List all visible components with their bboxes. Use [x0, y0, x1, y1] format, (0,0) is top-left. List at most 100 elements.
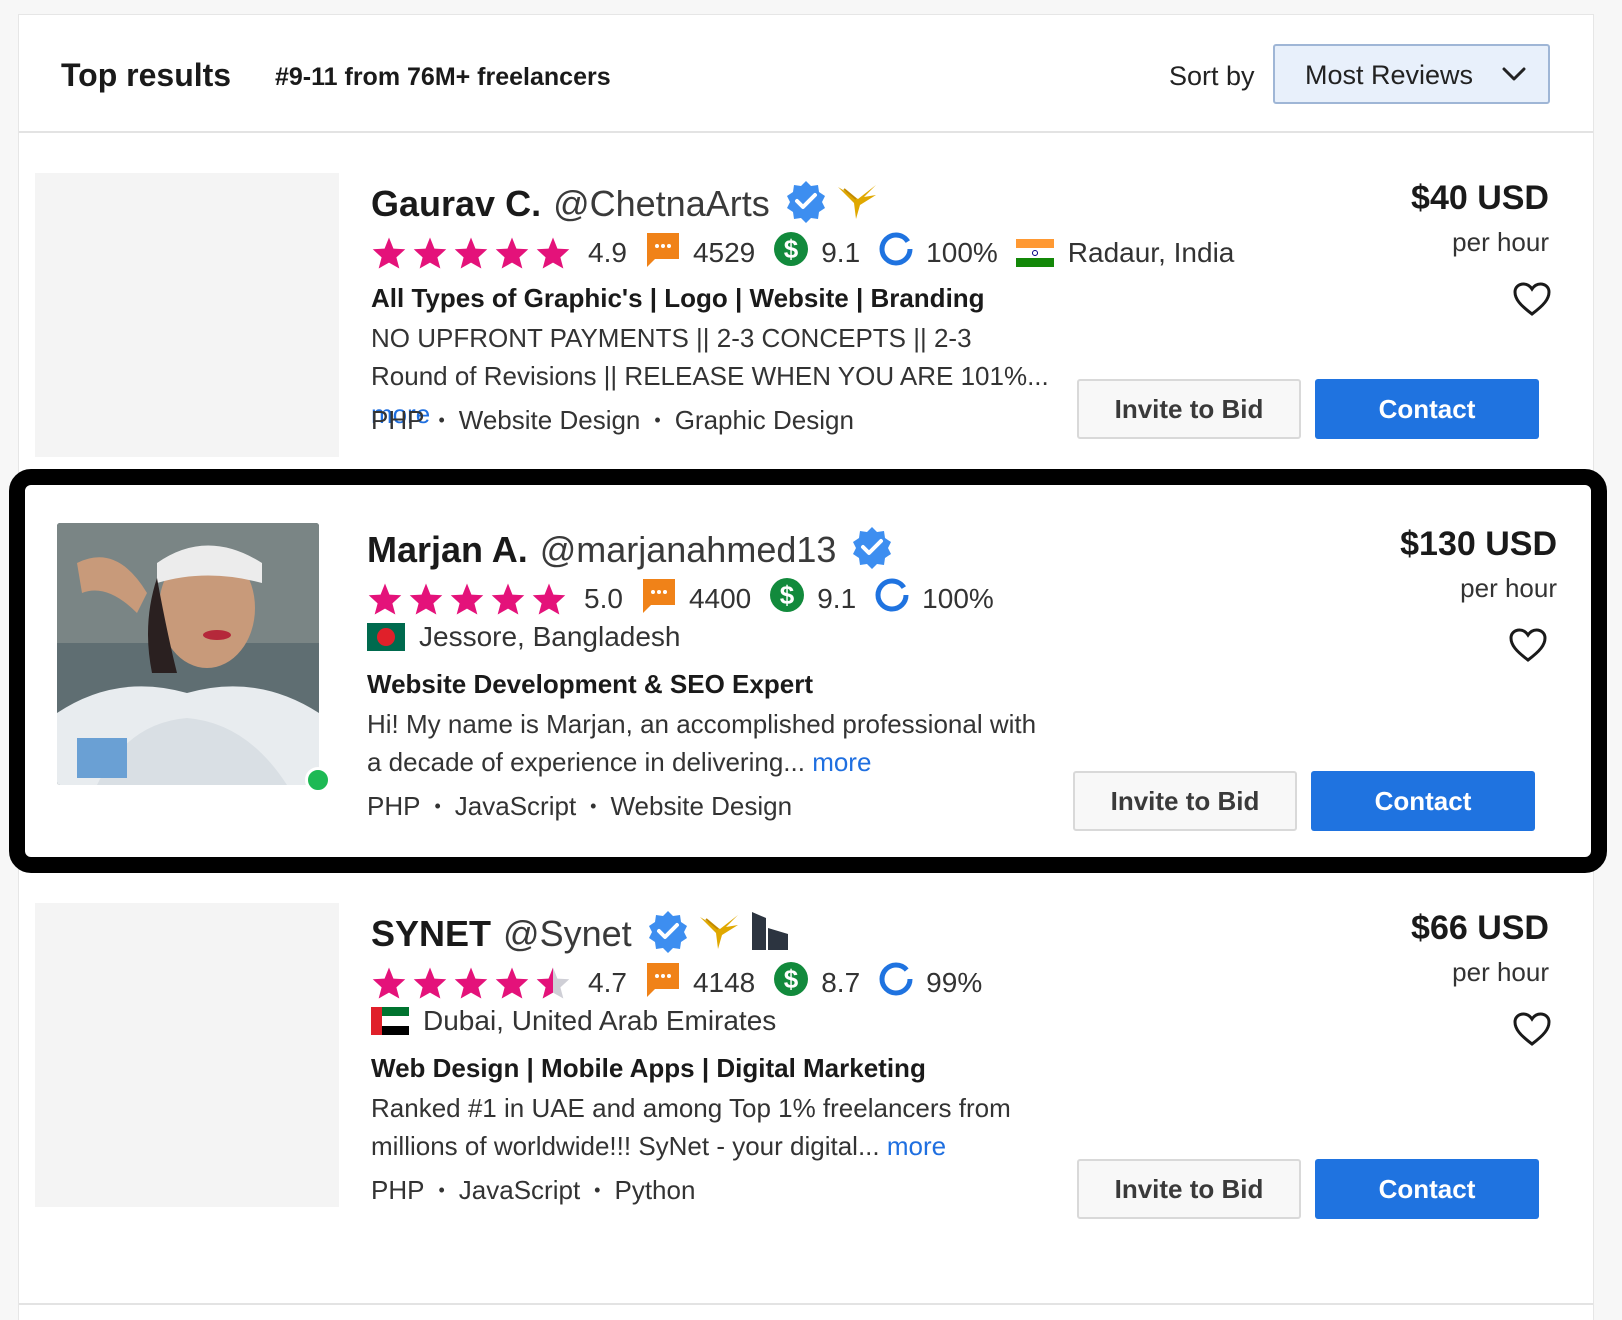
separator-dot: •: [438, 410, 445, 430]
half-star-icon: [536, 966, 570, 999]
star-icon: [372, 236, 406, 269]
freelancer-location-row: Jessore, Bangladesh: [367, 621, 681, 653]
freelancer-name[interactable]: Gaurav C.: [371, 183, 541, 225]
separator-dot: •: [594, 1180, 601, 1200]
heart-icon[interactable]: [1508, 627, 1548, 668]
earnings-icon: $: [773, 231, 809, 274]
separator-dot: •: [434, 796, 441, 816]
earnings-icon: $: [769, 577, 805, 620]
skill-tag[interactable]: Graphic Design: [675, 405, 854, 436]
earnings-score: 9.1: [821, 236, 861, 268]
star-icon: [536, 236, 570, 269]
verified-icon: [850, 525, 894, 574]
contact-button[interactable]: Contact: [1315, 1159, 1539, 1219]
verified-icon: [784, 179, 828, 228]
skills-list: PHP • JavaScript • Python: [371, 1175, 695, 1206]
more-link[interactable]: more: [887, 1131, 946, 1161]
freelancer-tagline: Web Design | Mobile Apps | Digital Marke…: [371, 1053, 926, 1083]
completion-rate: 100%: [926, 236, 998, 268]
freelancer-stats: 4.7 4148 $ 8.7 99%: [371, 961, 1000, 1004]
chevron-down-icon: [1502, 67, 1526, 81]
freelancer-handle: @marjanahmed13: [539, 528, 837, 570]
skill-tag[interactable]: Website Design: [459, 405, 641, 436]
reviews-icon: [645, 961, 681, 1004]
reviews-count: 4400: [688, 582, 752, 614]
star-icon: [454, 236, 488, 269]
enterprise-icon: [750, 910, 790, 957]
star-icon: [413, 966, 447, 999]
rating-stars: [371, 966, 576, 1000]
skill-tag[interactable]: PHP: [367, 791, 420, 822]
svg-text:$: $: [784, 964, 799, 994]
divider: [19, 1303, 1593, 1305]
skill-tag[interactable]: JavaScript: [459, 1175, 580, 1206]
price-unit: per hour: [1452, 957, 1549, 987]
star-icon: [454, 966, 488, 999]
invite-to-bid-button[interactable]: Invite to Bid: [1077, 379, 1301, 439]
description-text: Hi! My name is Marjan, an accomplished p…: [367, 709, 1037, 777]
more-link[interactable]: more: [812, 747, 871, 777]
reviews-icon: [645, 231, 681, 274]
freelancer-location: Jessore, Bangladesh: [419, 621, 681, 652]
freelancer-card-selected[interactable]: Marjan A. @marjanahmed13 5.0 4400 $ 9.1 …: [9, 469, 1607, 873]
star-icon: [495, 236, 529, 269]
completion-rate: 100%: [922, 582, 994, 614]
preferred-freelancer-icon: [836, 181, 880, 226]
freelancer-name-row: Gaurav C. @ChetnaArts: [371, 179, 888, 228]
bangladesh-flag-icon: [367, 623, 405, 651]
separator-dot: •: [590, 796, 597, 816]
avatar-placeholder[interactable]: [35, 903, 339, 1207]
heart-icon[interactable]: [1512, 281, 1552, 322]
hourly-price: $40 USD: [1411, 179, 1549, 217]
freelancer-location-row: Dubai, United Arab Emirates: [371, 1005, 776, 1037]
price-unit: per hour: [1460, 573, 1557, 603]
results-panel: Top results #9-11 from 76M+ freelancers …: [9, 14, 1607, 1320]
freelancer-description: Hi! My name is Marjan, an accomplished p…: [367, 705, 1047, 781]
hourly-price: $66 USD: [1411, 909, 1549, 947]
contact-button[interactable]: Contact: [1311, 771, 1535, 831]
skill-tag[interactable]: Website Design: [610, 791, 792, 822]
star-icon: [372, 966, 406, 999]
sort-dropdown-value: Most Reviews: [1305, 60, 1474, 90]
star-icon: [532, 582, 566, 615]
svg-text:$: $: [784, 234, 799, 264]
completion-rate: 99%: [926, 966, 983, 998]
star-icon: [450, 582, 484, 615]
invite-to-bid-button[interactable]: Invite to Bid: [1073, 771, 1297, 831]
results-count: #9-11 from 76M+ freelancers: [275, 63, 611, 91]
sort-dropdown[interactable]: Most Reviews: [1273, 44, 1550, 104]
star-icon: [413, 236, 447, 269]
freelancer-name[interactable]: Marjan A.: [367, 529, 528, 571]
contact-button[interactable]: Contact: [1315, 379, 1539, 439]
star-icon: [368, 582, 402, 615]
skill-tag[interactable]: JavaScript: [455, 791, 576, 822]
freelancer-handle: @Synet: [503, 912, 632, 954]
avatar-placeholder[interactable]: [35, 173, 339, 457]
skill-tag[interactable]: PHP: [371, 405, 424, 436]
completion-ring-icon: [878, 231, 914, 274]
price-unit: per hour: [1452, 227, 1549, 257]
verified-icon: [646, 909, 690, 958]
avatar[interactable]: [57, 523, 319, 785]
freelancer-name-row: Marjan A. @marjanahmed13: [367, 525, 902, 574]
skill-tag[interactable]: PHP: [371, 1175, 424, 1206]
india-flag-icon: [1015, 238, 1054, 267]
uae-flag-icon: [371, 1007, 409, 1035]
skills-list: PHP • Website Design • Graphic Design: [371, 405, 854, 436]
freelancer-card[interactable]: SYNET @Synet 4.7 4148 $ 8.7 99% Dubai, U…: [19, 903, 1593, 1293]
rating-stars: [371, 236, 576, 270]
online-status-dot: [305, 767, 331, 793]
rating-value: 5.0: [584, 582, 623, 614]
star-icon: [409, 582, 443, 615]
freelancer-tagline: All Types of Graphic's | Logo | Website …: [371, 283, 985, 313]
earnings-score: 8.7: [821, 966, 861, 998]
page-title: Top results: [61, 57, 232, 93]
freelancer-name-row: SYNET @Synet: [371, 909, 798, 958]
skill-tag[interactable]: Python: [614, 1175, 695, 1206]
invite-to-bid-button[interactable]: Invite to Bid: [1077, 1159, 1301, 1219]
star-icon: [491, 582, 525, 615]
freelancer-handle: @ChetnaArts: [553, 182, 770, 224]
heart-icon[interactable]: [1512, 1011, 1552, 1052]
freelancer-name[interactable]: SYNET: [371, 913, 491, 955]
rating-value: 4.7: [588, 966, 627, 998]
